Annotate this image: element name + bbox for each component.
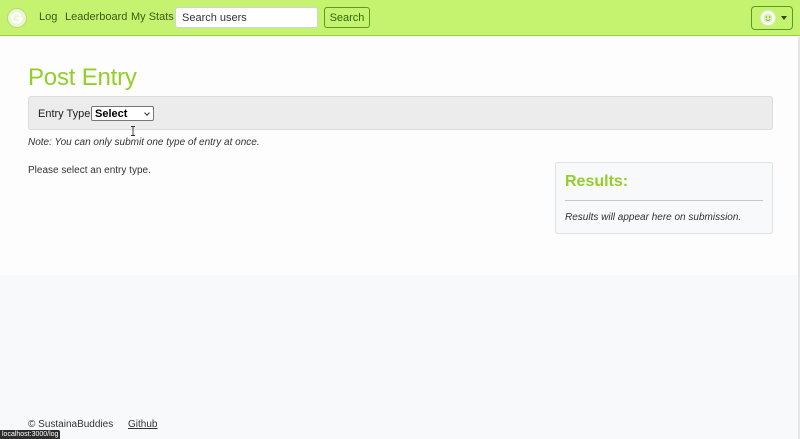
- nav-link-log[interactable]: Log: [39, 11, 57, 23]
- results-title: Results:: [565, 173, 629, 190]
- text-cursor-icon: [130, 126, 136, 136]
- status-bar-url: localhost:3000/log: [0, 430, 61, 439]
- page-title: Post Entry: [28, 64, 137, 91]
- entry-type-selected-value: Select: [95, 107, 128, 120]
- footer-github-link[interactable]: Github: [128, 419, 157, 430]
- chevron-down-icon: [144, 110, 150, 116]
- g-logo-icon[interactable]: [7, 8, 27, 28]
- footer-copyright: © SustainaBuddies: [28, 419, 114, 430]
- top-navbar: Log Leaderboard My Stats Search: [0, 0, 800, 36]
- results-divider: [565, 200, 763, 201]
- user-menu-button[interactable]: [751, 6, 793, 30]
- entry-note: Note: You can only submit one type of en…: [28, 137, 260, 148]
- chevron-down-icon: [781, 16, 787, 20]
- avatar: [760, 10, 776, 26]
- nav-link-leaderboard[interactable]: Leaderboard: [65, 11, 127, 23]
- nav-link-my-stats[interactable]: My Stats: [131, 11, 174, 23]
- entry-type-select[interactable]: Select: [91, 106, 154, 121]
- entry-type-label: Entry Type:: [38, 108, 94, 120]
- select-entry-message: Please select an entry type.: [28, 165, 151, 176]
- search-button[interactable]: Search: [324, 7, 370, 28]
- results-placeholder-text: Results will appear here on submission.: [565, 212, 742, 223]
- search-users-input[interactable]: [175, 7, 318, 28]
